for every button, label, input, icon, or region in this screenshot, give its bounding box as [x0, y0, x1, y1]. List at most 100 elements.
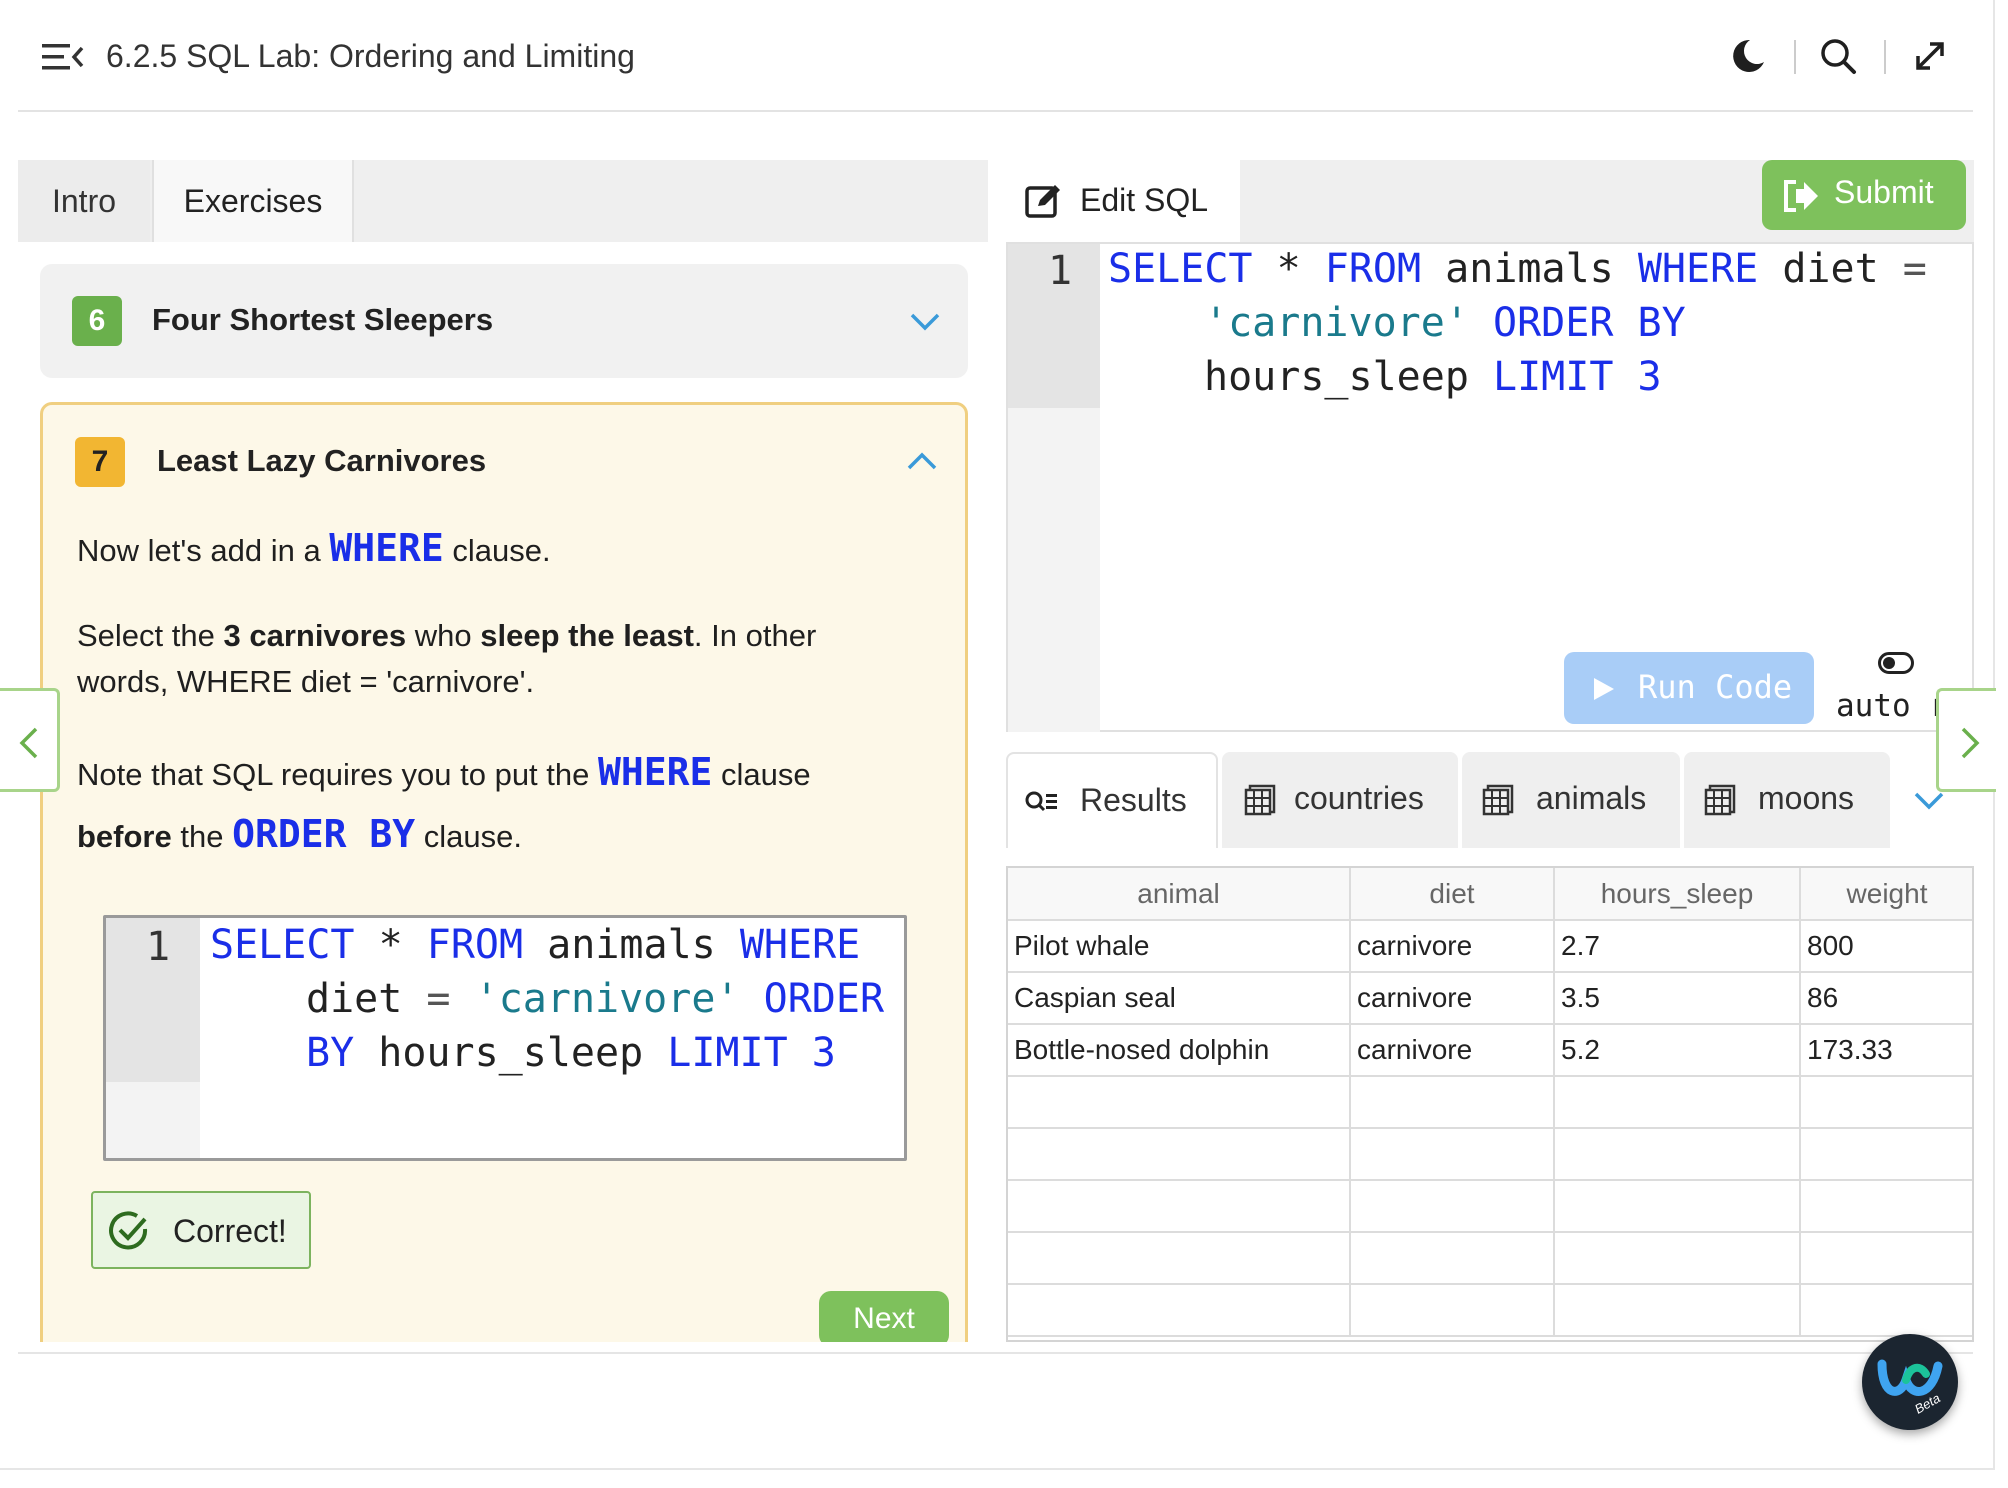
- exercise-7-card: 7 Least Lazy Carnivores Now let's add in…: [40, 402, 968, 1342]
- auto-run-toggle[interactable]: [1878, 652, 1914, 674]
- code-line[interactable]: 'carnivore' ORDER BY: [1204, 300, 1686, 346]
- table-cell: 800: [1800, 920, 1972, 973]
- table-cell: Pilot whale: [1008, 920, 1351, 973]
- chevron-up-icon[interactable]: [905, 445, 939, 479]
- keyword-order-by: ORDER BY: [232, 812, 416, 856]
- column-header[interactable]: weight: [1800, 868, 1972, 921]
- table-cell: 5.2: [1554, 1024, 1801, 1077]
- run-code-label: Run Code: [1638, 668, 1793, 706]
- tab-animals-label: animals: [1536, 780, 1647, 816]
- submit-button[interactable]: Submit: [1762, 160, 1966, 230]
- table-cell: Caspian seal: [1008, 972, 1351, 1025]
- fullscreen-expand-icon[interactable]: [1910, 36, 1950, 76]
- exercise-6-card[interactable]: 6 Four Shortest Sleepers: [40, 264, 968, 378]
- code-gutter: [106, 1082, 200, 1158]
- results-table: animal diet hours_sleep weight Pilot wha…: [1006, 866, 1974, 1342]
- tab-moons[interactable]: moons: [1684, 752, 1890, 848]
- text: Note that SQL requires you to put the: [77, 757, 598, 792]
- empty-table-row: [1008, 1076, 1972, 1129]
- table-cell: carnivore: [1350, 1024, 1555, 1077]
- solution-code-block: 1 SELECT * FROM animals WHERE diet = 'ca…: [103, 915, 907, 1161]
- results-icon: [1025, 791, 1057, 812]
- text: . In other: [693, 618, 817, 653]
- empty-table-row: [1008, 1128, 1972, 1181]
- instructions-tabs: Intro Exercises: [18, 160, 988, 242]
- tab-edit-sql-label: Edit SQL: [1080, 182, 1209, 218]
- text: clause.: [415, 819, 522, 854]
- instruction-paragraph-1: Now let's add in a WHERE clause.: [77, 525, 551, 574]
- table-cell: 2.7: [1554, 920, 1801, 973]
- column-header[interactable]: diet: [1350, 868, 1555, 921]
- tab-edit-sql[interactable]: Edit SQL: [1006, 160, 1240, 242]
- text: who: [406, 618, 481, 653]
- previous-page-arrow[interactable]: [0, 688, 60, 792]
- tab-countries[interactable]: countries: [1222, 752, 1458, 848]
- next-button[interactable]: Next: [819, 1291, 949, 1342]
- table-icon: [1244, 784, 1276, 816]
- code-line: BY hours_sleep LIMIT 3: [306, 1030, 836, 1076]
- tab-intro[interactable]: Intro: [18, 160, 150, 242]
- text: words, WHERE diet = 'carnivore'.: [77, 664, 535, 699]
- edit-icon: [1025, 185, 1060, 218]
- instruction-paragraph-4: before the ORDER BY clause.: [77, 811, 522, 860]
- webex-assistant-button[interactable]: Beta: [1862, 1334, 1958, 1430]
- dark-mode-moon-icon[interactable]: [1728, 36, 1768, 76]
- collapse-menu-icon[interactable]: [42, 40, 84, 74]
- chevron-left-icon: [19, 727, 38, 759]
- submit-arrow-icon: [1784, 180, 1818, 212]
- sql-editor[interactable]: 1 SELECT * FROM animals WHERE diet = 'ca…: [1006, 242, 1985, 732]
- header-divider: [1884, 40, 1886, 74]
- bold-text: before: [77, 819, 172, 854]
- keyword-where: WHERE: [598, 750, 713, 794]
- page-title: 6.2.5 SQL Lab: Ordering and Limiting: [106, 38, 635, 74]
- text: clause: [712, 757, 811, 792]
- keyword-where: WHERE: [329, 526, 444, 570]
- code-line: SELECT * FROM animals WHERE: [210, 922, 861, 968]
- next-page-arrow[interactable]: [1936, 688, 1996, 792]
- empty-table-row: [1008, 1180, 1972, 1233]
- exercises-list: 6 Four Shortest Sleepers 7 Least Lazy Ca…: [18, 242, 988, 1342]
- header-bar: 6.2.5 SQL Lab: Ordering and Limiting: [18, 0, 1973, 112]
- text: Now let's add in a: [77, 533, 330, 568]
- tab-animals[interactable]: animals: [1462, 752, 1680, 848]
- column-header[interactable]: animal: [1008, 868, 1351, 921]
- column-header[interactable]: hours_sleep: [1554, 868, 1801, 921]
- bold-text: 3 carnivores: [223, 618, 407, 653]
- code-line: diet = 'carnivore' ORDER: [306, 976, 885, 1022]
- tab-results[interactable]: Results: [1006, 752, 1218, 848]
- submit-label: Submit: [1834, 174, 1934, 210]
- results-tabs: Results countries animals moons: [1006, 752, 1974, 848]
- tab-exercises[interactable]: Exercises: [152, 160, 354, 242]
- table-cell: carnivore: [1350, 920, 1555, 973]
- chevron-down-icon[interactable]: [908, 304, 942, 338]
- table-cell: 86: [1800, 972, 1972, 1025]
- divider: [18, 1352, 1973, 1354]
- empty-table-row: [1008, 1232, 1972, 1285]
- instructions-panel: Intro Exercises 6 Four Shortest Sleepers…: [18, 160, 988, 1342]
- table-row: Caspian seal carnivore 3.5 86: [1008, 972, 1972, 1025]
- table-row: Bottle-nosed dolphin carnivore 5.2 173.3…: [1008, 1024, 1972, 1077]
- table-cell: Bottle-nosed dolphin: [1008, 1024, 1351, 1077]
- text: the: [171, 819, 233, 854]
- search-icon[interactable]: [1818, 36, 1858, 76]
- exercise-7-number: 7: [75, 437, 125, 487]
- text: Select the: [77, 618, 224, 653]
- table-header-row: animal diet hours_sleep weight: [1008, 868, 1972, 921]
- line-number: 1: [1048, 248, 1073, 294]
- table-cell: carnivore: [1350, 972, 1555, 1025]
- exercise-6-title: Four Shortest Sleepers: [152, 302, 494, 337]
- bold-text: sleep the least: [480, 618, 694, 653]
- check-circle-icon: [109, 1211, 148, 1250]
- run-code-button[interactable]: Run Code: [1564, 652, 1814, 724]
- table-cell: 3.5: [1554, 972, 1801, 1025]
- correct-status-badge: Correct!: [91, 1191, 311, 1269]
- table-icon: [1482, 784, 1514, 816]
- tab-countries-label: countries: [1294, 780, 1424, 816]
- table-icon: [1704, 784, 1736, 816]
- code-line[interactable]: SELECT * FROM animals WHERE diet =: [1108, 246, 1927, 292]
- exercise-7-title: Least Lazy Carnivores: [157, 443, 487, 478]
- code-gutter: [1008, 408, 1100, 732]
- code-line[interactable]: hours_sleep LIMIT 3: [1204, 354, 1662, 400]
- instruction-paragraph-3: Note that SQL requires you to put the WH…: [77, 749, 811, 798]
- editor-panel: Edit SQL Submit 1 SELECT * FROM animals …: [1006, 160, 1985, 1342]
